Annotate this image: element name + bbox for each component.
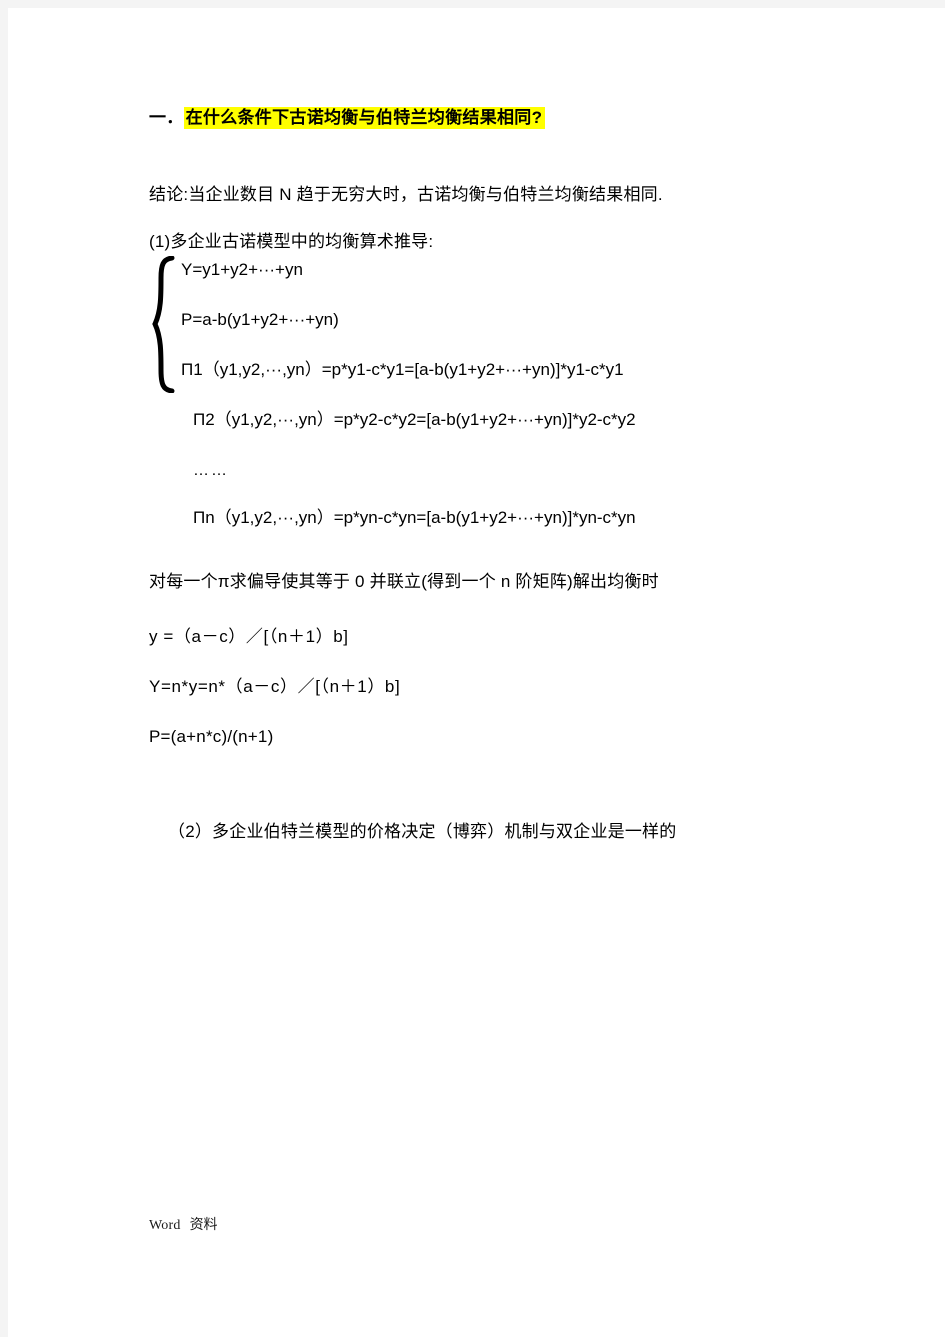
page-title: 一． 在什么条件下古诺均衡与伯特兰均衡结果相同? bbox=[149, 106, 546, 130]
equation-line: Π2（y1,y2,···,yn）=p*y2-c*y2=[a-b(y1+y2+··… bbox=[193, 410, 636, 429]
equation-line: Πn（y1,y2,···,yn）=p*yn-c*yn=[a-b(y1+y2+··… bbox=[193, 508, 636, 527]
result-equation-y: y =（a－c）／[（n＋1）b] bbox=[149, 627, 349, 646]
equation-line: Π1（y1,y2,···,yn）=p*y1-c*y1=[a-b(y1+y2+··… bbox=[181, 360, 624, 379]
left-curly-brace-icon bbox=[151, 255, 177, 394]
footer-cn-label: 资料 bbox=[189, 1218, 218, 1233]
title-numeral: 一． bbox=[149, 108, 184, 127]
section-2-heading: （2）多企业伯特兰模型的价格决定（博弈）机制与双企业是一样的 bbox=[168, 822, 677, 841]
result-equation-price: P=(a+n*c)/(n+1) bbox=[149, 727, 274, 746]
page-footer: Word 资料 bbox=[149, 1214, 218, 1234]
section-1-heading: (1)多企业古诺模型中的均衡算术推导: bbox=[149, 232, 434, 251]
derivation-note: 对每一个π求偏导使其等于 0 并联立(得到一个 n 阶矩阵)解出均衡时 bbox=[149, 572, 659, 591]
result-equation-total-output: Y=n*y=n*（a－c）／[（n＋1）b] bbox=[149, 677, 401, 696]
equation-line: Y=y1+y2+···+yn bbox=[181, 260, 303, 279]
equation-ellipsis: …… bbox=[193, 462, 229, 479]
footer-word-label: Word bbox=[149, 1218, 181, 1233]
equation-system: Y=y1+y2+···+yn P=a-b(y1+y2+···+yn) Π1（y1… bbox=[149, 254, 809, 544]
title-highlighted-text: 在什么条件下古诺均衡与伯特兰均衡结果相同? bbox=[183, 107, 546, 129]
equation-line: P=a-b(y1+y2+···+yn) bbox=[181, 310, 339, 329]
conclusion-paragraph: 结论:当企业数目 N 趋于无穷大时，古诺均衡与伯特兰均衡结果相同. bbox=[149, 185, 663, 204]
document-page: 一． 在什么条件下古诺均衡与伯特兰均衡结果相同? 结论:当企业数目 N 趋于无穷大… bbox=[8, 8, 945, 1337]
